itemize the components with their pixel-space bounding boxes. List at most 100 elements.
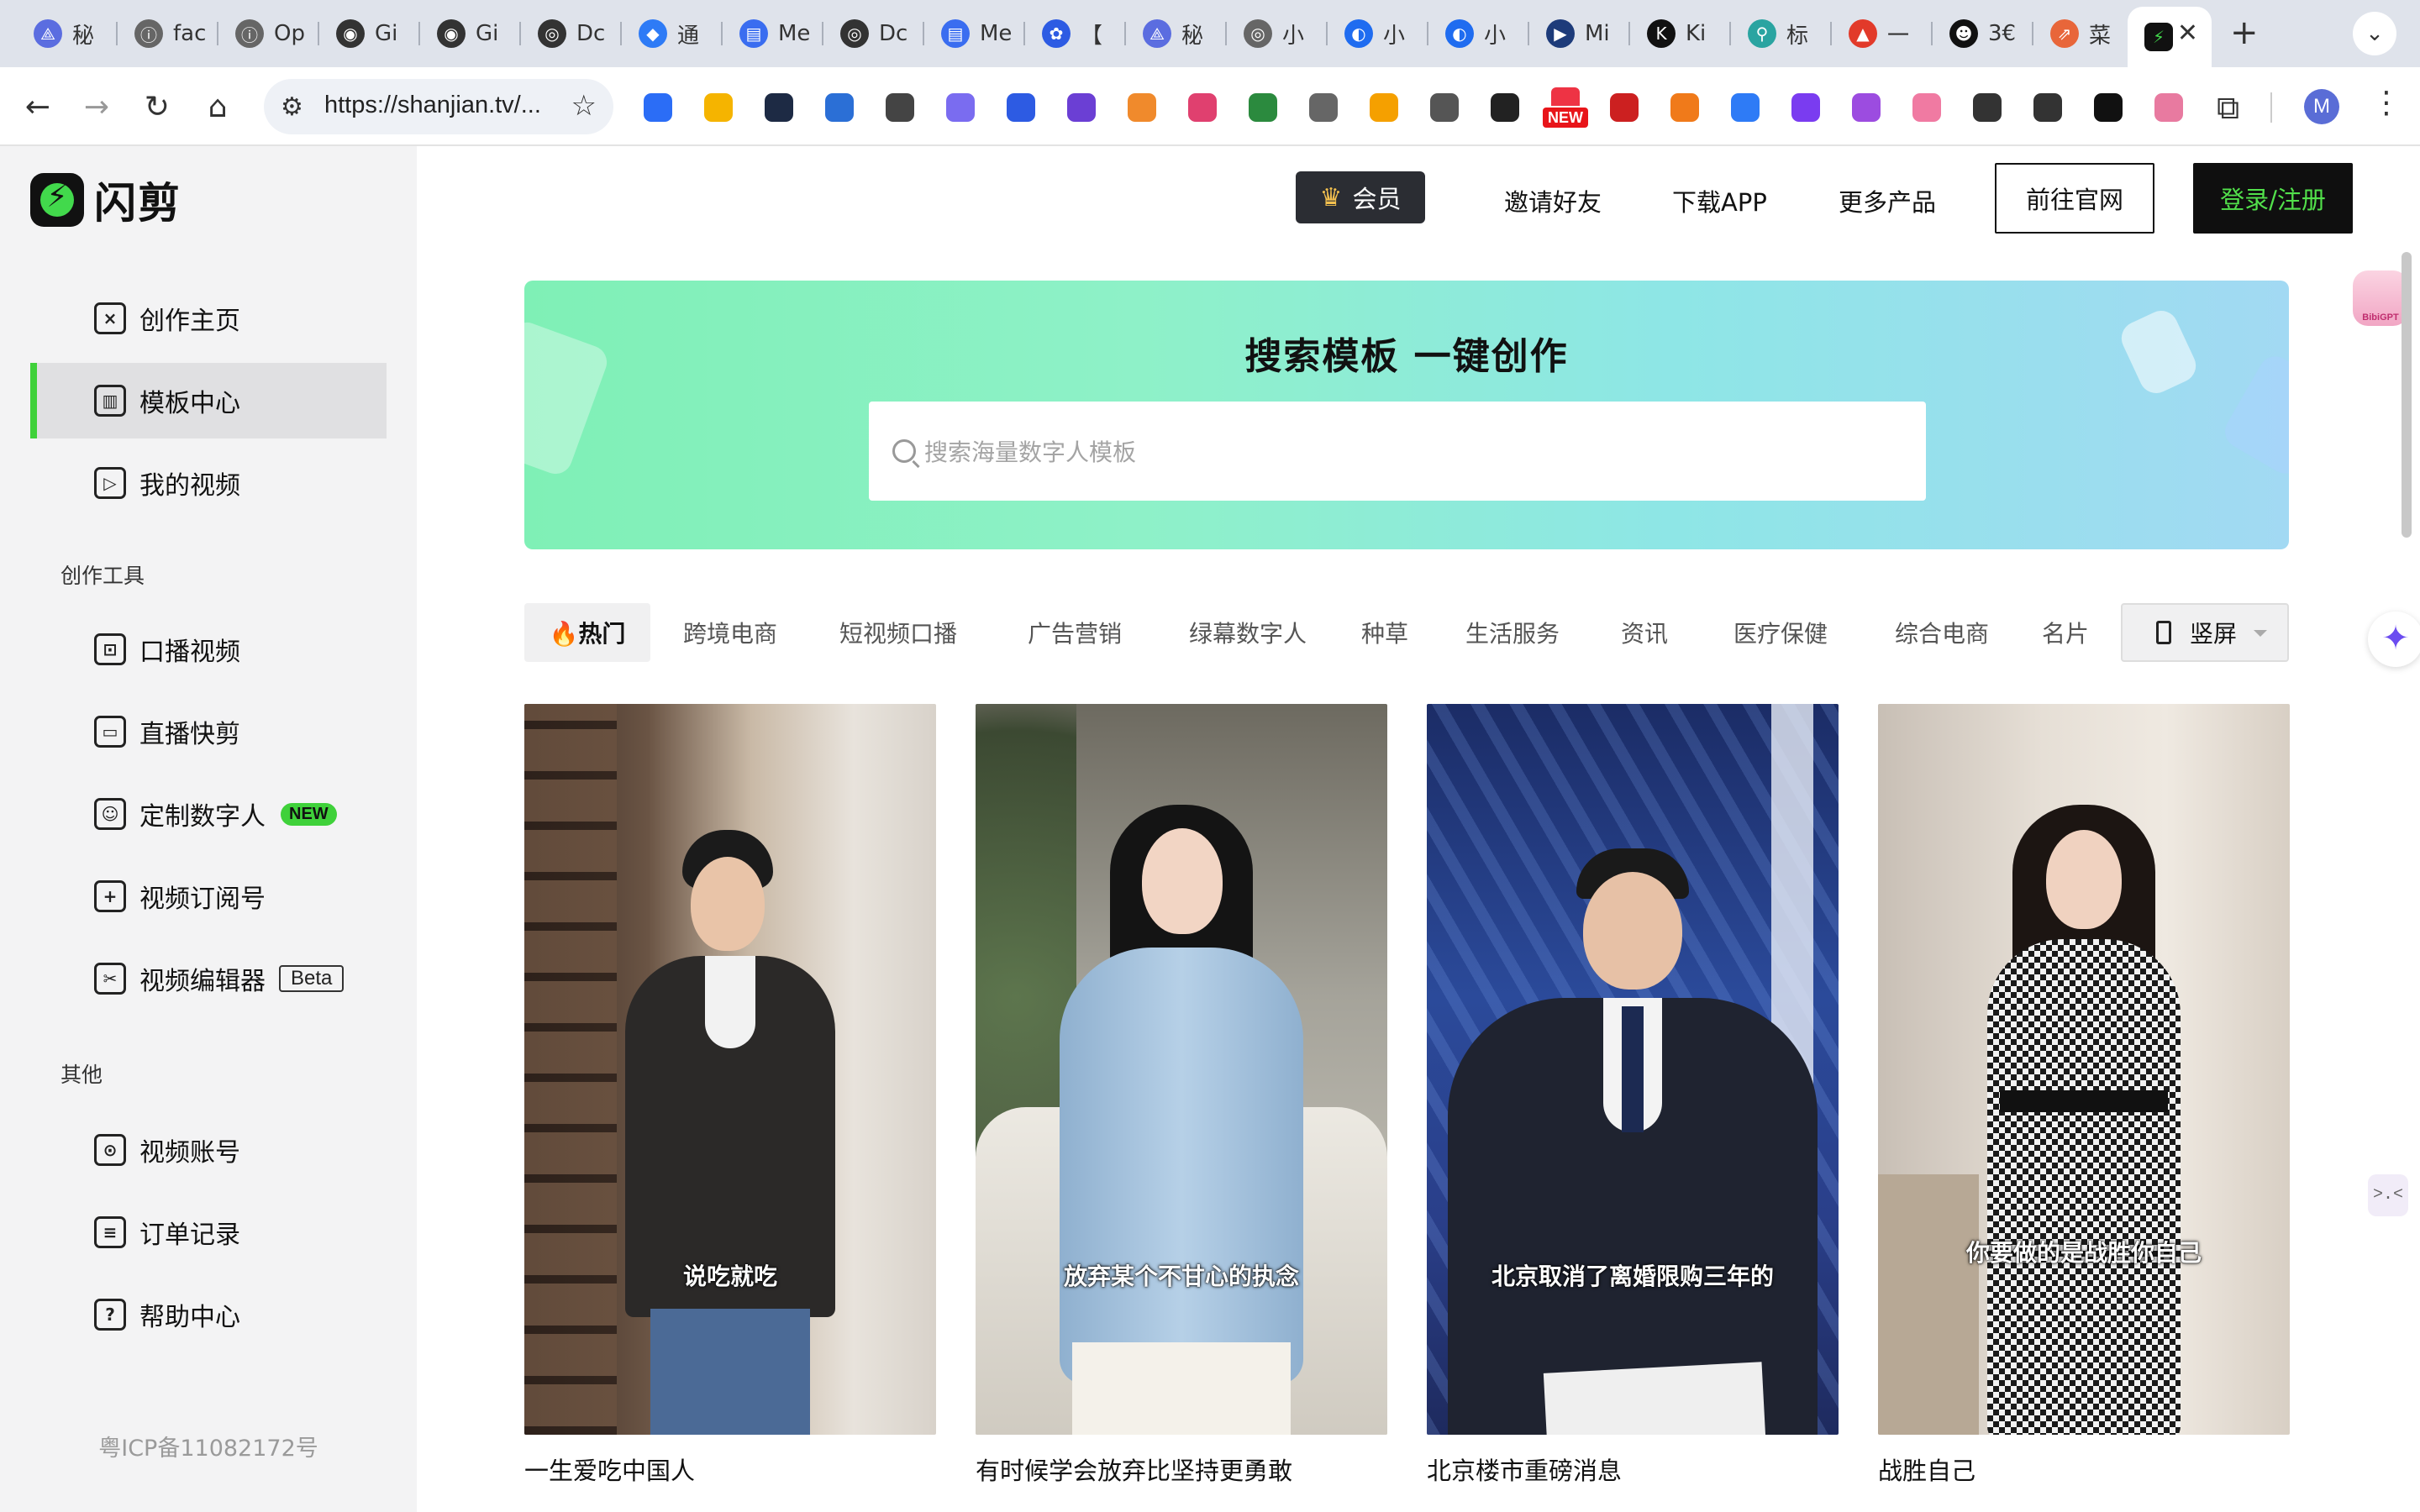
template-card[interactable]: 放弃某个不甘心的执念 [976,704,1387,1435]
close-tab-icon[interactable]: ✕ [2177,18,2198,48]
extension-icon[interactable] [946,93,975,122]
sidebar-item-tool-4[interactable]: ✂ 视频编辑器 Beta [30,941,387,1016]
card-title[interactable]: 北京楼市重磅消息 [1427,1452,1622,1487]
reload-button[interactable]: ↻ [136,86,178,128]
browser-tab[interactable]: ◎ Dc [521,10,622,57]
category-tab[interactable]: 名片 [2023,603,2107,662]
browser-tab[interactable]: ◉ Gi [420,10,521,57]
extension-icon[interactable] [1309,93,1338,122]
category-tab[interactable]: 生活服务 [1437,603,1588,662]
vip-button[interactable]: ♛ 会员 [1296,171,1425,223]
extension-icon[interactable] [1370,93,1398,122]
shanjian-logo[interactable]: ⚡ 闪剪 [30,170,182,230]
extension-icon[interactable] [1249,93,1277,122]
sidebar-item-tool-0[interactable]: ⊡ 口播视频 [30,612,387,687]
login-register-button[interactable]: 登录/注册 [2193,163,2353,234]
ai-sparkle-button[interactable]: ✦ [2368,612,2420,667]
page-scrollbar[interactable] [2402,252,2412,538]
extension-icon[interactable] [886,93,914,122]
category-tab[interactable]: 综合电商 [1860,603,2023,662]
browser-tab[interactable]: K Ki [1630,10,1731,57]
icp-record[interactable]: 粤ICP备11082172号 [0,1430,417,1462]
browser-menu-icon[interactable]: ⋮ [2371,86,2402,120]
sidebar-item-other-2[interactable]: ? 帮助中心 [30,1277,387,1352]
extensions-puzzle-icon[interactable]: ⧉ [2217,89,2239,127]
sidebar-item-tool-1[interactable]: ▭ 直播快剪 [30,694,387,769]
extension-icon[interactable] [2154,93,2183,122]
orientation-select[interactable]: 竖屏 [2121,603,2289,662]
sidebar-item-other-1[interactable]: ≡ 订单记录 [30,1194,387,1270]
invite-friends-link[interactable]: 邀请好友 [1504,183,1602,218]
sidebar-item-main-0[interactable]: × 创作主页 [30,281,387,356]
browser-tab[interactable]: ▶ Mi [1529,10,1630,57]
browser-tab[interactable]: ⓘ fac [118,10,218,57]
extension-icon[interactable] [1852,93,1881,122]
extension-icon[interactable] [1067,93,1096,122]
category-tab[interactable]: 广告营销 [986,603,1163,662]
browser-tab[interactable]: ⓘ Op [218,10,319,57]
browser-tab[interactable]: ⇗ 菜 [2033,10,2134,57]
extension-icon[interactable] [765,93,793,122]
card-title[interactable]: 一生爱吃中国人 [524,1452,695,1487]
card-title[interactable]: 战胜自己 [1878,1452,1975,1487]
sidebar-item-main-1[interactable]: ▥ 模板中心 [30,363,387,438]
extension-icon[interactable] [2094,93,2123,122]
download-app-link[interactable]: 下载APP [1672,183,1767,218]
sidebar-item-other-0[interactable]: ⊙ 视频账号 [30,1112,387,1188]
template-card[interactable]: 北京取消了离婚限购三年的 [1427,704,1839,1435]
sidebar-item-tool-3[interactable]: + 视频订阅号 [30,858,387,934]
extension-icon[interactable] [1430,93,1459,122]
browser-tab[interactable]: ☻ 3€ [1933,10,2033,57]
category-tab[interactable]: 🔥热门 [524,603,650,662]
browser-tab[interactable]: ▤ Me [924,10,1025,57]
extension-icon[interactable] [825,93,854,122]
browser-tab[interactable]: ▤ Me [723,10,823,57]
forward-button[interactable]: → [76,86,118,128]
extension-icon[interactable] [1731,93,1760,122]
address-bar[interactable]: ⚙ https://shanjian.tv/... ☆ [264,79,613,134]
template-search-input[interactable]: 搜索海量数字人模板 [869,402,1926,501]
template-card[interactable]: 你要做的是战胜你自己 [1878,704,2290,1435]
extension-icon[interactable] [644,93,672,122]
new-extension-icon[interactable]: NEW [1543,87,1588,128]
template-card[interactable]: 说吃就吃 [524,704,936,1435]
extension-icon[interactable] [1670,93,1699,122]
card-title[interactable]: 有时候学会放弃比坚持更勇敢 [976,1452,1292,1487]
category-tab[interactable]: 种草 [1333,603,1437,662]
extension-icon[interactable] [1128,93,1156,122]
extension-icon[interactable] [1188,93,1217,122]
browser-tab[interactable]: ✿ 【 [1025,10,1126,57]
browser-tab[interactable]: ⟁ 秘 [17,10,118,57]
more-products-link[interactable]: 更多产品 [1839,183,1936,218]
browser-tab[interactable]: ◉ Gi [319,10,420,57]
browser-tab[interactable]: ◆ 通 [622,10,723,57]
tab-active[interactable]: ⚡ ✕ [2128,7,2212,67]
category-tab[interactable]: 资讯 [1588,603,1701,662]
site-info-icon[interactable]: ⚙ [281,92,303,122]
extension-icon[interactable] [2033,93,2062,122]
extension-icon[interactable] [1007,93,1035,122]
browser-tab[interactable]: ⚲ 标 [1731,10,1832,57]
browser-tab[interactable]: ▲ 一 [1832,10,1933,57]
extension-icon[interactable] [704,93,733,122]
home-button[interactable]: ⌂ [197,86,239,128]
floating-mini-widget[interactable]: >.< [2368,1174,2408,1216]
extension-icon[interactable] [1973,93,2002,122]
extension-icon[interactable] [1610,93,1639,122]
new-tab-button[interactable]: + [2230,13,2259,52]
browser-tab[interactable]: ◐ 小 [1428,10,1529,57]
extension-icon[interactable] [1791,93,1820,122]
browser-tab[interactable]: ◐ 小 [1328,10,1428,57]
tab-search-button[interactable]: ⌄ [2353,12,2396,55]
bibigpt-extension-widget[interactable]: BibiGPT [2353,270,2408,326]
official-site-button[interactable]: 前往官网 [1995,163,2154,234]
bookmark-star-icon[interactable]: ☆ [571,89,597,123]
extension-icon[interactable] [1491,93,1519,122]
extension-icon[interactable] [1912,93,1941,122]
category-tab[interactable]: 绿幕数字人 [1163,603,1333,662]
browser-tab[interactable]: ⟁ 秘 [1126,10,1227,57]
sidebar-item-tool-2[interactable]: ☺ 定制数字人 NEW [30,776,387,852]
category-tab[interactable]: 医疗保健 [1701,603,1860,662]
profile-avatar[interactable]: M [2304,89,2339,124]
category-tab[interactable]: 跨境电商 [650,603,810,662]
